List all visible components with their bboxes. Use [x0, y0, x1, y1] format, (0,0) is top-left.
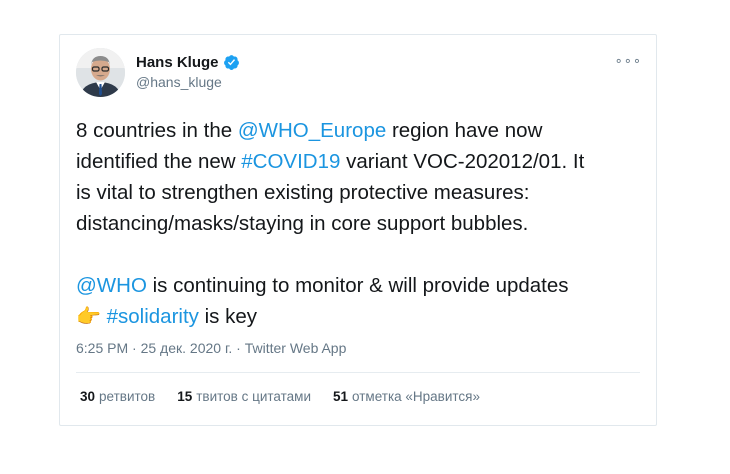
- retweets-label: ретвитов: [99, 389, 156, 404]
- quote-tweets-stat[interactable]: 15 твитов с цитатами: [177, 389, 311, 404]
- hashtag-covid19[interactable]: #COVID19: [241, 150, 340, 173]
- meta-separator: ·: [128, 340, 141, 356]
- tweet-stats: 30 ретвитов 15 твитов с цитатами 51 отметка…: [80, 389, 480, 404]
- tweet-card: Hans Kluge @hans_kluge ∘∘∘ 8 countries i…: [59, 34, 657, 426]
- user-handle[interactable]: @hans_kluge: [136, 74, 240, 90]
- avatar-image: [76, 48, 125, 97]
- mention-who-europe[interactable]: @WHO_Europe: [238, 119, 386, 142]
- verified-badge-icon: [223, 54, 240, 71]
- avatar[interactable]: [76, 48, 125, 97]
- tweet-header: Hans Kluge @hans_kluge ∘∘∘: [76, 48, 642, 100]
- retweets-stat[interactable]: 30 ретвитов: [80, 389, 155, 404]
- tweet-text-segment: is key: [198, 305, 258, 328]
- user-names: Hans Kluge @hans_kluge: [136, 53, 240, 90]
- tweet-text-segment: 8 countries in the: [76, 119, 238, 142]
- likes-stat[interactable]: 51 отметка «Нравится»: [333, 389, 480, 404]
- tweet-time[interactable]: 6:25 PM: [76, 340, 128, 356]
- likes-count: 51: [333, 389, 349, 404]
- meta-separator: ·: [232, 340, 245, 356]
- hashtag-solidarity[interactable]: #solidarity: [107, 305, 199, 328]
- tweet-text: 8 countries in the @WHO_Europe region ha…: [76, 115, 651, 332]
- more-options-icon[interactable]: ∘∘∘: [615, 54, 642, 67]
- tweet-date[interactable]: 25 дек. 2020 г.: [141, 340, 233, 356]
- divider: [76, 372, 640, 373]
- display-name-row: Hans Kluge: [136, 53, 240, 72]
- quotes-label: твитов с цитатами: [196, 389, 311, 404]
- retweets-count: 30: [80, 389, 96, 404]
- tweet-meta: 6:25 PM · 25 дек. 2020 г. · Twitter Web …: [76, 340, 346, 356]
- quotes-count: 15: [177, 389, 193, 404]
- likes-label: отметка «Нравится»: [352, 389, 480, 404]
- mention-who[interactable]: @WHO: [76, 274, 147, 297]
- tweet-text-segment: is continuing to monitor & will provide …: [152, 274, 569, 297]
- tweet-source[interactable]: Twitter Web App: [245, 340, 347, 356]
- display-name[interactable]: Hans Kluge: [136, 54, 219, 71]
- pointing-right-emoji: 👉: [76, 304, 101, 328]
